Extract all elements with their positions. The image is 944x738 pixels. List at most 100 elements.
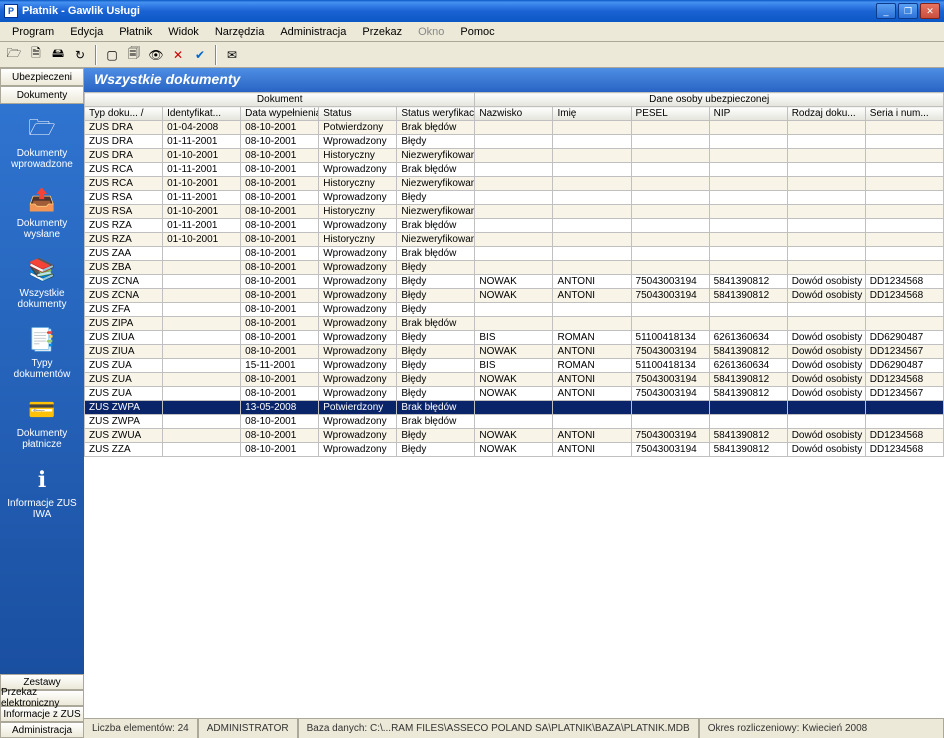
cell: 08-10-2001	[241, 191, 319, 205]
sidebar-item-1[interactable]: 📤Dokumenty wysłane	[0, 182, 84, 248]
table-row[interactable]: ZUS ZUA15-11-2001WprowadzonyBłędyBISROMA…	[85, 359, 944, 373]
table-row[interactable]: ZUS ZWUA08-10-2001WprowadzonyBłędyNOWAKA…	[85, 429, 944, 443]
col-header[interactable]: Status	[319, 107, 397, 121]
grid[interactable]: Dokument Dane osoby ubezpieczonej Typ do…	[84, 92, 944, 718]
close-button[interactable]: ✕	[920, 3, 940, 19]
cell: ANTONI	[553, 345, 631, 359]
cell: Błędy	[397, 289, 475, 303]
cell	[163, 289, 241, 303]
cell	[475, 135, 553, 149]
cell	[709, 415, 787, 429]
col-header[interactable]: Nazwisko	[475, 107, 553, 121]
cell	[709, 303, 787, 317]
sidebar-label: Typy dokumentów	[2, 358, 82, 380]
table-row[interactable]: ZUS RCA01-11-200108-10-2001WprowadzonyBr…	[85, 163, 944, 177]
cell	[787, 401, 865, 415]
menu-narzędzia[interactable]: Narzędzia	[209, 24, 271, 40]
cell	[553, 415, 631, 429]
sidebar-item-5[interactable]: ℹInformacje ZUS IWA	[0, 462, 84, 528]
sidebar-item-3[interactable]: 📑Typy dokumentów	[0, 322, 84, 388]
sidebar-item-4[interactable]: 💳Dokumenty płatnicze	[0, 392, 84, 458]
sidebar-tab-przekaz-elektroniczny[interactable]: Przekaz elektroniczny	[0, 690, 84, 706]
cell: ANTONI	[553, 387, 631, 401]
tb-send-icon[interactable]: ✉	[222, 45, 242, 65]
tb-open-icon[interactable]: 🗁	[4, 45, 24, 65]
status-count: Liczba elementów: 24	[84, 719, 198, 738]
table-row[interactable]: ZUS RCA01-10-200108-10-2001HistorycznyNi…	[85, 177, 944, 191]
menu-płatnik[interactable]: Płatnik	[113, 24, 158, 40]
cell: NOWAK	[475, 373, 553, 387]
col-header[interactable]: Imię	[553, 107, 631, 121]
sidebar-tab-informacje-z-zus[interactable]: Informacje z ZUS	[0, 706, 84, 722]
cell: 01-10-2001	[163, 233, 241, 247]
tb-check-icon[interactable]: ✔	[190, 45, 210, 65]
menu-widok[interactable]: Widok	[162, 24, 205, 40]
table-row[interactable]: ZUS DRA01-11-200108-10-2001WprowadzonyBł…	[85, 135, 944, 149]
tb-refresh-icon[interactable]: ↻	[70, 45, 90, 65]
sidebar-item-0[interactable]: 🗁Dokumenty wprowadzone	[0, 112, 84, 178]
table-row[interactable]: ZUS ZIUA08-10-2001WprowadzonyBłędyBISROM…	[85, 331, 944, 345]
toolbar: 🗁 🗎 🖴 ↻ ▢ 🗐 👁 ✕ ✔ ✉	[0, 42, 944, 68]
table-row[interactable]: ZUS ZIPA08-10-2001WprowadzonyBrak błędów	[85, 317, 944, 331]
minimize-button[interactable]: _	[876, 3, 896, 19]
cell	[163, 387, 241, 401]
tb-drive-icon[interactable]: 🖴	[48, 45, 68, 65]
col-header[interactable]: Data wypełnienia	[241, 107, 319, 121]
table-row[interactable]: ZUS ZCNA08-10-2001WprowadzonyBłędyNOWAKA…	[85, 275, 944, 289]
col-header[interactable]: Status weryfikacji	[397, 107, 475, 121]
col-header[interactable]: PESEL	[631, 107, 709, 121]
tb-view-icon[interactable]: 👁	[146, 45, 166, 65]
tb-save-icon[interactable]: 🗎	[26, 45, 46, 65]
table-row[interactable]: ZUS ZZA08-10-2001WprowadzonyBłędyNOWAKAN…	[85, 443, 944, 457]
cell	[865, 191, 943, 205]
table-row[interactable]: ZUS ZWPA08-10-2001WprowadzonyBrak błędów	[85, 415, 944, 429]
cell	[553, 149, 631, 163]
tb-delete-icon[interactable]: ✕	[168, 45, 188, 65]
table-row[interactable]: ZUS ZFA08-10-2001WprowadzonyBłędy	[85, 303, 944, 317]
table-row[interactable]: ZUS DRA01-10-200108-10-2001HistorycznyNi…	[85, 149, 944, 163]
sidebar-item-2[interactable]: 📚Wszystkie dokumenty	[0, 252, 84, 318]
table-row[interactable]: ZUS RSA01-11-200108-10-2001WprowadzonyBł…	[85, 191, 944, 205]
app-icon: P	[4, 4, 18, 18]
table-row[interactable]: ZUS RSA01-10-200108-10-2001HistorycznyNi…	[85, 205, 944, 219]
table-row[interactable]: ZUS ZBA08-10-2001WprowadzonyBłędy	[85, 261, 944, 275]
sidebar-tab-administracja[interactable]: Administracja	[0, 722, 84, 738]
menu-przekaz[interactable]: Przekaz	[356, 24, 408, 40]
cell	[631, 415, 709, 429]
cell	[709, 219, 787, 233]
table-row[interactable]: ZUS RZA01-10-200108-10-2001HistorycznyNi…	[85, 233, 944, 247]
col-header[interactable]: Identyfikat...	[163, 107, 241, 121]
cell: NOWAK	[475, 387, 553, 401]
cell: 51100418134	[631, 331, 709, 345]
cell: 75043003194	[631, 289, 709, 303]
menu-administracja[interactable]: Administracja	[274, 24, 352, 40]
cell	[631, 401, 709, 415]
cell	[475, 219, 553, 233]
col-header[interactable]: Seria i num...	[865, 107, 943, 121]
group-header-insured[interactable]: Dane osoby ubezpieczonej	[475, 93, 944, 107]
cell: Błędy	[397, 429, 475, 443]
col-header[interactable]: Typ doku... /	[85, 107, 163, 121]
maximize-button[interactable]: ❐	[898, 3, 918, 19]
sidebar-tab-dokumenty[interactable]: Dokumenty	[0, 86, 84, 104]
table-row[interactable]: ZUS ZCNA08-10-2001WprowadzonyBłędyNOWAKA…	[85, 289, 944, 303]
col-header[interactable]: NIP	[709, 107, 787, 121]
table-row[interactable]: ZUS ZUA08-10-2001WprowadzonyBłędyNOWAKAN…	[85, 373, 944, 387]
table-row[interactable]: ZUS ZAA08-10-2001WprowadzonyBrak błędów	[85, 247, 944, 261]
menu-program[interactable]: Program	[6, 24, 60, 40]
menu-edycja[interactable]: Edycja	[64, 24, 109, 40]
table-row[interactable]: ZUS ZUA08-10-2001WprowadzonyBłędyNOWAKAN…	[85, 387, 944, 401]
sidebar-tab-ubezpieczeni[interactable]: Ubezpieczeni	[0, 68, 84, 86]
group-header-document[interactable]: Dokument	[85, 93, 475, 107]
table-row[interactable]: ZUS RZA01-11-200108-10-2001WprowadzonyBr…	[85, 219, 944, 233]
cell	[787, 149, 865, 163]
table-row[interactable]: ZUS ZWPA13-05-2008PotwierdzonyBrak błędó…	[85, 401, 944, 415]
cell: ZUS ZUA	[85, 387, 163, 401]
menu-pomoc[interactable]: Pomoc	[454, 24, 500, 40]
tb-edit-icon[interactable]: 🗐	[124, 45, 144, 65]
cell: Dowód osobisty	[787, 275, 865, 289]
table-row[interactable]: ZUS ZIUA08-10-2001WprowadzonyBłędyNOWAKA…	[85, 345, 944, 359]
table-row[interactable]: ZUS DRA01-04-200808-10-2001PotwierdzonyB…	[85, 121, 944, 135]
tb-new-icon[interactable]: ▢	[102, 45, 122, 65]
col-header[interactable]: Rodzaj doku...	[787, 107, 865, 121]
